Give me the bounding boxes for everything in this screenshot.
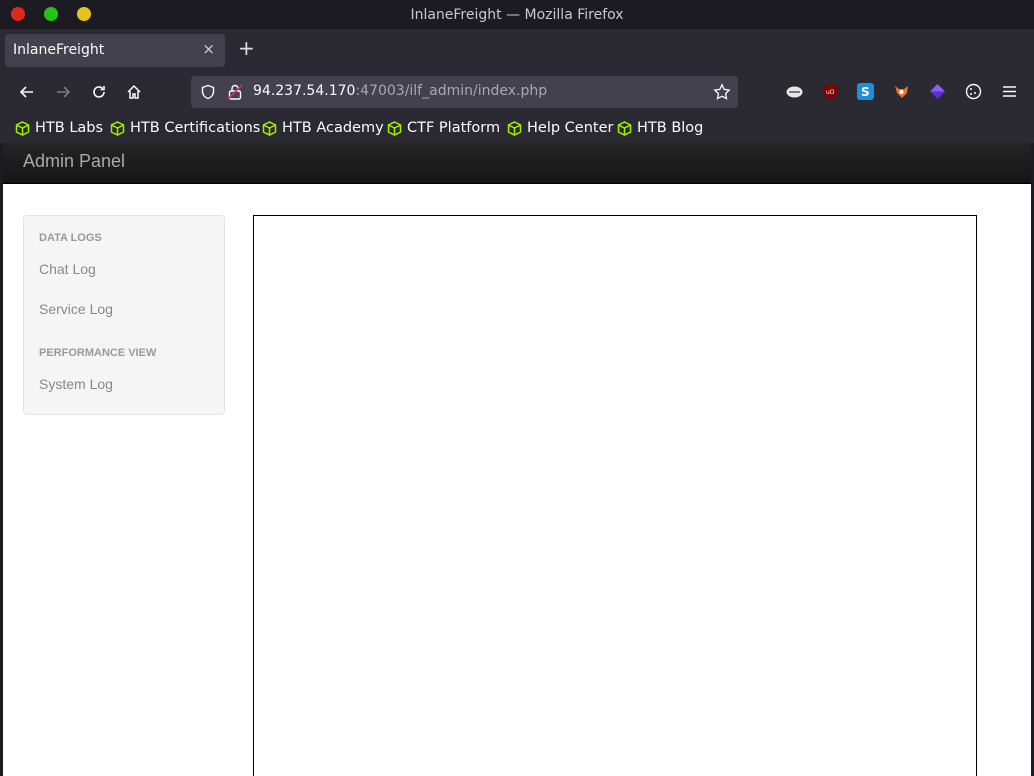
back-button[interactable] — [16, 81, 38, 103]
bookmark-label: HTB Certifications — [130, 120, 261, 136]
tab-close-icon[interactable]: × — [202, 40, 215, 58]
web-page: Admin Panel DATA LOGS Chat Log Service L… — [3, 143, 1031, 776]
nav-link-service-log[interactable]: Service Log — [39, 301, 113, 317]
nav-header-data-logs: DATA LOGS — [39, 232, 102, 244]
bookmark-label: HTB Academy — [282, 120, 384, 136]
bookmark-htb-academy[interactable]: HTB Academy — [262, 118, 384, 138]
bookmark-htb-blog[interactable]: HTB Blog — [617, 118, 703, 138]
bookmark-help-center[interactable]: Help Center — [507, 118, 613, 138]
nav-link-chat-log[interactable]: Chat Log — [39, 261, 96, 277]
navbar: Admin Panel — [3, 143, 1031, 184]
tab-strip: InlaneFreight × + — [0, 29, 1034, 72]
content-iframe[interactable] — [253, 215, 977, 776]
insecure-lock-icon[interactable] — [227, 83, 243, 101]
window-title: InlaneFreight — Mozilla Firefox — [410, 7, 624, 23]
bookmarks-toolbar: HTB Labs HTB Certifications HTB Academy … — [0, 112, 1034, 143]
new-tab-button[interactable]: + — [238, 38, 255, 58]
url-host: 94.237.54.170 — [253, 83, 356, 99]
navigation-toolbar: 94.237.54.170:47003/ilf_admin/index.php … — [0, 72, 1034, 112]
reload-icon — [93, 86, 105, 98]
ublock-origin-icon[interactable]: uO — [822, 83, 839, 100]
svg-text:uO: uO — [826, 89, 835, 96]
bookmark-label: Help Center — [527, 120, 614, 136]
address-bar[interactable]: 94.237.54.170:47003/ilf_admin/index.php — [191, 76, 738, 108]
forward-arrow-icon — [57, 86, 71, 98]
cube-icon — [110, 120, 125, 136]
bookmark-ctf-platform[interactable]: CTF Platform — [387, 118, 500, 138]
cube-icon — [387, 120, 402, 136]
url-path: :47003/ilf_admin/index.php — [355, 83, 548, 99]
sidebar-nav: DATA LOGS Chat Log Service Log PERFORMAN… — [23, 215, 225, 415]
nav-header-performance-view: PERFORMANCE VIEW — [39, 347, 157, 359]
svg-text:S: S — [861, 85, 870, 99]
browser-tab[interactable]: InlaneFreight × — [5, 34, 225, 67]
cookie-icon[interactable] — [965, 83, 982, 100]
extension-icon-1[interactable] — [786, 83, 803, 100]
home-button[interactable] — [123, 81, 145, 103]
bookmark-label: HTB Blog — [637, 120, 704, 136]
reload-button[interactable] — [88, 81, 110, 103]
bookmark-label: HTB Labs — [35, 120, 104, 136]
purple-extension-icon[interactable] — [929, 83, 946, 100]
bookmark-htb-labs[interactable]: HTB Labs — [15, 118, 103, 138]
s-extension-icon[interactable]: S — [857, 83, 874, 100]
shield-icon[interactable] — [200, 84, 216, 100]
cube-icon — [507, 120, 522, 136]
bookmark-star-icon[interactable] — [713, 83, 731, 101]
tab-title: InlaneFreight — [13, 42, 105, 58]
home-icon — [127, 84, 141, 99]
cube-icon — [262, 120, 277, 136]
cube-icon — [617, 120, 632, 136]
nav-link-system-log[interactable]: System Log — [39, 376, 113, 392]
back-arrow-icon — [19, 86, 33, 98]
bookmark-htb-certifications[interactable]: HTB Certifications — [110, 118, 260, 138]
brand-link[interactable]: Admin Panel — [23, 151, 125, 172]
fox-extension-icon[interactable] — [893, 83, 910, 100]
window-titlebar: InlaneFreight — Mozilla Firefox — [0, 0, 1034, 29]
forward-button[interactable] — [52, 81, 74, 103]
url-text[interactable]: 94.237.54.170:47003/ilf_admin/index.php — [253, 83, 547, 99]
bookmark-label: CTF Platform — [407, 120, 501, 136]
menu-hamburger-icon[interactable] — [1001, 83, 1018, 100]
cube-icon — [15, 120, 30, 136]
